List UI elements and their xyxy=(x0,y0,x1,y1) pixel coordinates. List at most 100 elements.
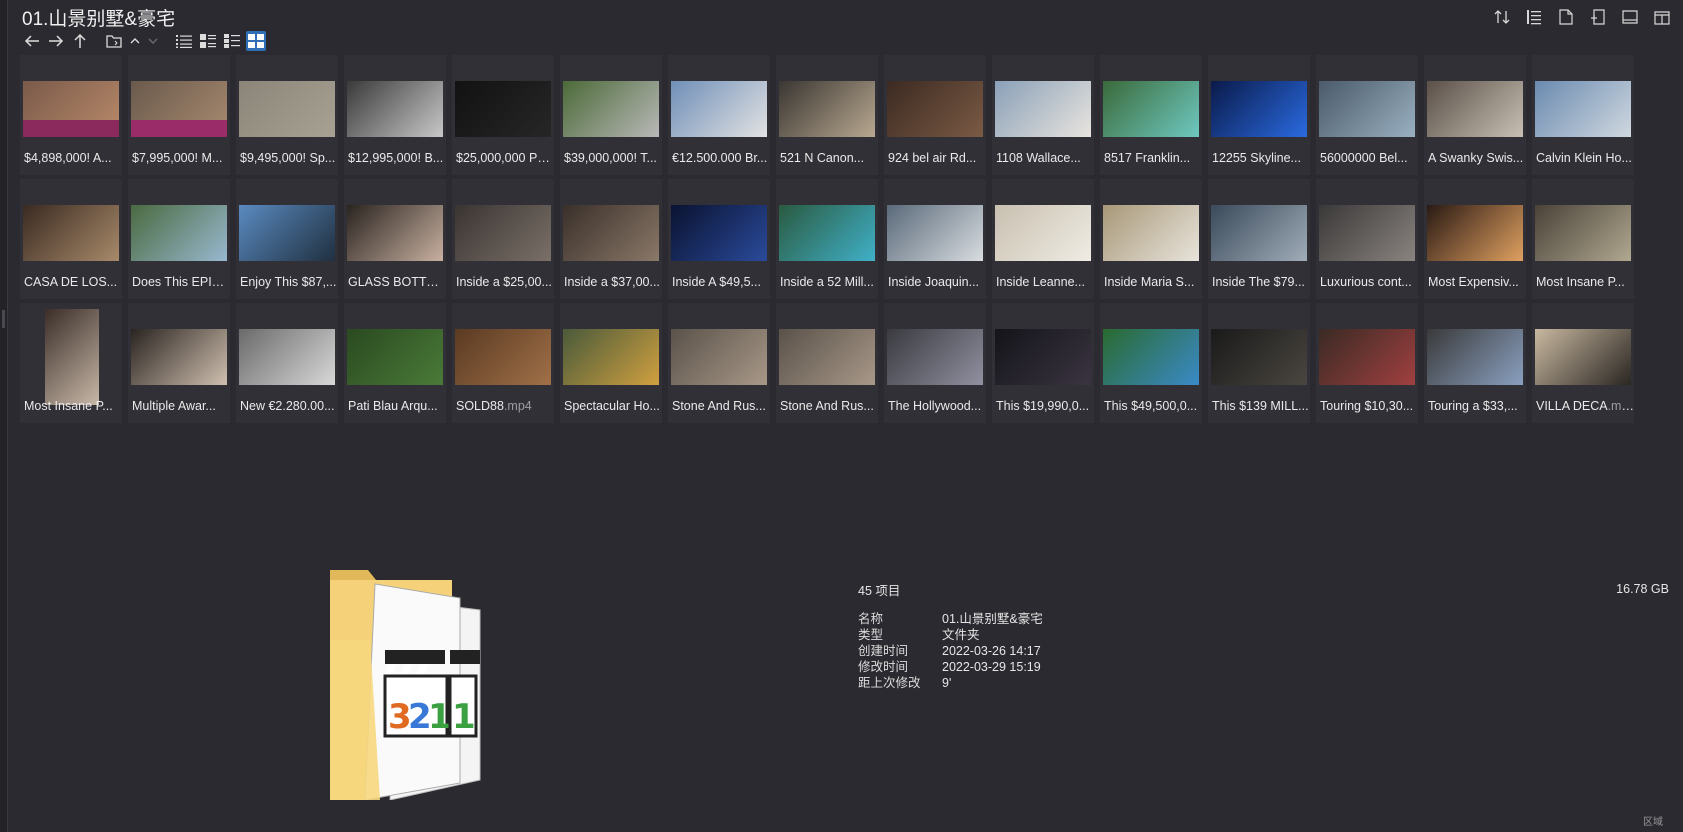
video-file-item[interactable]: Luxurious cont... xyxy=(1316,179,1418,299)
video-file-item[interactable]: Most Insane P... xyxy=(20,303,122,423)
video-file-item[interactable]: Most Expensiv... xyxy=(1424,179,1526,299)
folder-icon[interactable] xyxy=(104,31,124,51)
video-file-item[interactable]: Pati Blau Arqu... xyxy=(344,303,446,423)
video-thumbnail xyxy=(239,329,335,385)
video-thumbnail xyxy=(1319,205,1415,261)
video-file-item[interactable]: Spectacular Ho... xyxy=(560,303,662,423)
video-file-item[interactable]: Inside Maria S... xyxy=(1100,179,1202,299)
new-file-icon[interactable] xyxy=(1587,6,1609,28)
video-file-item[interactable]: Most Insane P... xyxy=(1532,179,1634,299)
video-file-item[interactable]: The Hollywood... xyxy=(884,303,986,423)
video-thumbnail xyxy=(347,81,443,137)
detail-key: 创建时间 xyxy=(858,644,909,658)
video-file-item[interactable]: $12,995,000! B... xyxy=(344,55,446,175)
file-name-label: This $49,500,0... xyxy=(1104,399,1202,413)
video-file-item[interactable]: This $19,990,0... xyxy=(992,303,1094,423)
file-name-label: Does This EPIC... xyxy=(132,275,230,289)
video-file-item[interactable]: €12.500.000 Br... xyxy=(668,55,770,175)
top-right-toolbar xyxy=(1491,6,1673,28)
splitter-grip[interactable] xyxy=(2,310,5,328)
video-file-item[interactable]: $9,495,000! Sp... xyxy=(236,55,338,175)
video-file-item[interactable]: Inside Joaquin... xyxy=(884,179,986,299)
video-file-item[interactable]: This $49,500,0... xyxy=(1100,303,1202,423)
video-file-item[interactable]: A Swanky Swis... xyxy=(1424,55,1526,175)
video-file-item[interactable]: Inside a $25,00... xyxy=(452,179,554,299)
video-file-item[interactable]: 521 N Canon... xyxy=(776,55,878,175)
tiles-view-icon[interactable] xyxy=(222,31,242,51)
file-name: 8517 Franklin... xyxy=(1104,151,1191,165)
file-name: $7,995,000! M... xyxy=(132,151,223,165)
video-thumbnail xyxy=(1427,81,1523,137)
file-name: This $49,500,0... xyxy=(1104,399,1198,413)
details-view-icon[interactable] xyxy=(198,31,218,51)
back-arrow-icon[interactable] xyxy=(22,31,42,51)
file-name-label: Inside a $25,00... xyxy=(456,275,554,289)
list-view-icon[interactable] xyxy=(174,31,194,51)
preview-pane-icon[interactable] xyxy=(1619,6,1641,28)
file-name: Stone And Rus... xyxy=(780,399,874,413)
file-name: $9,495,000! Sp... xyxy=(240,151,336,165)
video-file-item[interactable]: Inside A $49,5... xyxy=(668,179,770,299)
video-file-item[interactable]: 924 bel air Rd... xyxy=(884,55,986,175)
video-thumbnail xyxy=(45,309,99,405)
file-name-label: Stone And Rus... xyxy=(780,399,878,413)
video-thumbnail xyxy=(347,329,443,385)
video-file-item[interactable]: Touring $10,30... xyxy=(1316,303,1418,423)
video-file-item[interactable]: Multiple Awar... xyxy=(128,303,230,423)
file-name: SOLD88 xyxy=(456,399,504,413)
file-name: Inside The $79... xyxy=(1212,275,1305,289)
video-thumbnail xyxy=(779,205,875,261)
detail-row: 修改时间 2022-03-29 15:19 xyxy=(858,659,1043,675)
file-name-label: This $139 MILL... xyxy=(1212,399,1310,413)
video-thumbnail xyxy=(239,81,335,137)
forward-arrow-icon[interactable] xyxy=(46,31,66,51)
folder-preview-icon: 3 2 1 1 xyxy=(330,570,500,801)
video-file-item[interactable]: Inside a $37,00... xyxy=(560,179,662,299)
detail-value: 2022-03-26 14:17 xyxy=(942,644,1041,658)
video-file-item[interactable]: Inside The $79... xyxy=(1208,179,1310,299)
video-file-item[interactable]: GLASS BOTTO... xyxy=(344,179,446,299)
video-file-item[interactable]: 8517 Franklin... xyxy=(1100,55,1202,175)
file-name: Stone And Rus... xyxy=(672,399,766,413)
thumbnail-row: Most Insane P... Multiple Awar... New €2.2… xyxy=(20,303,1660,423)
file-name: Inside a 52 Mill... xyxy=(780,275,874,289)
video-file-item[interactable]: Calvin Klein Ho... xyxy=(1532,55,1634,175)
sort-icon[interactable] xyxy=(1491,6,1513,28)
file-name-label: $25,000,000 Pe... xyxy=(456,151,554,165)
file-name-label: Multiple Awar... xyxy=(132,399,230,413)
chevron-down-icon[interactable] xyxy=(146,31,160,51)
video-file-item[interactable]: Does This EPIC... xyxy=(128,179,230,299)
video-file-item[interactable]: This $139 MILL... xyxy=(1208,303,1310,423)
video-file-item[interactable]: $25,000,000 Pe... xyxy=(452,55,554,175)
video-file-item[interactable]: $4,898,000! A... xyxy=(20,55,122,175)
video-file-item[interactable]: CASA DE LOS... xyxy=(20,179,122,299)
detail-value: 01.山景别墅&豪宅 xyxy=(942,612,1043,626)
video-file-item[interactable]: $39,000,000! T... xyxy=(560,55,662,175)
video-file-item[interactable]: $7,995,000! M... xyxy=(128,55,230,175)
video-file-item[interactable]: Inside a 52 Mill... xyxy=(776,179,878,299)
file-icon[interactable] xyxy=(1555,6,1577,28)
video-file-item[interactable]: 1108 Wallace... xyxy=(992,55,1094,175)
chevron-up-icon[interactable] xyxy=(128,31,142,51)
video-file-item[interactable]: New €2.280.00... xyxy=(236,303,338,423)
file-name-label: Touring a $33,... xyxy=(1428,399,1526,413)
video-file-item[interactable]: Stone And Rus... xyxy=(668,303,770,423)
video-file-item[interactable]: SOLD88.mp4 xyxy=(452,303,554,423)
file-name-label: Inside Maria S... xyxy=(1104,275,1202,289)
video-file-item[interactable]: Stone And Rus... xyxy=(776,303,878,423)
video-thumbnail xyxy=(1319,329,1415,385)
detail-value: 9' xyxy=(942,676,952,690)
video-file-item[interactable]: Enjoy This $87,... xyxy=(236,179,338,299)
video-file-item[interactable]: 56000000 Bel... xyxy=(1316,55,1418,175)
file-name-label: Most Expensiv... xyxy=(1428,275,1526,289)
video-file-item[interactable]: Inside Leanne... xyxy=(992,179,1094,299)
video-file-item[interactable]: VILLA DECA.mp4 xyxy=(1532,303,1634,423)
thumbnails-view-icon[interactable] xyxy=(246,31,266,51)
left-splitter[interactable] xyxy=(0,0,8,832)
up-arrow-icon[interactable] xyxy=(70,31,90,51)
video-thumbnail xyxy=(23,205,119,261)
video-file-item[interactable]: 12255 Skyline... xyxy=(1208,55,1310,175)
video-file-item[interactable]: Touring a $33,... xyxy=(1424,303,1526,423)
tree-view-icon[interactable] xyxy=(1523,6,1545,28)
dual-pane-icon[interactable] xyxy=(1651,6,1673,28)
